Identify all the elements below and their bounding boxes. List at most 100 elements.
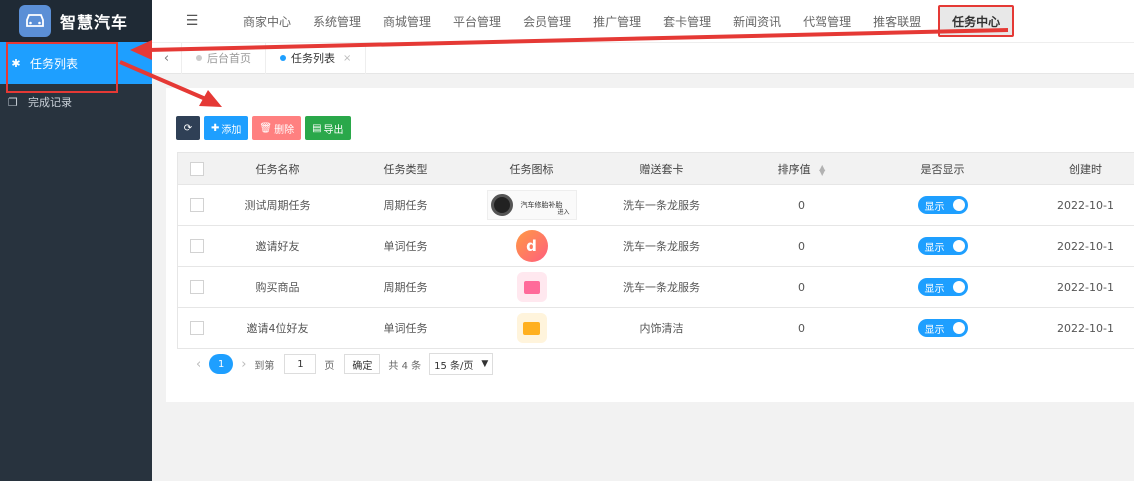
chevron-down-icon: ▼ bbox=[481, 359, 489, 369]
show-toggle[interactable]: 显示 bbox=[917, 319, 968, 337]
banner-text: 汽车修胎补胎 bbox=[520, 201, 563, 209]
cell-name: 邀请4位好友 bbox=[215, 307, 340, 349]
cell-type: 单词任务 bbox=[339, 225, 472, 267]
goto-page-input[interactable]: 1 bbox=[284, 354, 317, 374]
nav-promotion-management[interactable]: 推广管理 bbox=[582, 0, 652, 42]
col-header-sort[interactable]: 排序值 ▲ ▼ bbox=[731, 152, 872, 185]
cell-name: 购买商品 bbox=[215, 266, 340, 308]
cell-show: 显示 bbox=[871, 307, 1014, 349]
sort-icon[interactable]: ▲ ▼ bbox=[819, 163, 825, 176]
envelope-icon bbox=[516, 313, 547, 343]
delete-button[interactable]: 🗑 删除 bbox=[252, 116, 302, 140]
cell-card: 洗车一条龙服务 bbox=[591, 225, 732, 267]
export-label: 导出 bbox=[323, 124, 344, 136]
nav-driver-management[interactable]: 代驾管理 bbox=[792, 0, 862, 42]
show-toggle[interactable]: 显示 bbox=[917, 278, 968, 296]
add-label: 添加 bbox=[221, 124, 242, 136]
table-row: 邀请好友 单词任务 d 洗车一条龙服务 0 显示 2022-10-1 bbox=[177, 225, 1134, 267]
cell-created: 2022-10-1 bbox=[1013, 225, 1134, 267]
col-header-sort-label: 排序值 bbox=[777, 162, 811, 176]
refresh-button[interactable]: ⟳ bbox=[176, 116, 200, 140]
trash-icon: 🗑 bbox=[259, 122, 273, 134]
tab-dot-icon bbox=[196, 55, 202, 61]
tab-label: 任务列表 bbox=[291, 52, 335, 65]
cell-icon: 汽车修胎补胎 进入 bbox=[471, 184, 592, 226]
cell-type: 周期任务 bbox=[339, 184, 472, 226]
nav-member-management[interactable]: 会员管理 bbox=[512, 0, 582, 42]
cell-card: 洗车一条龙服务 bbox=[591, 184, 732, 226]
col-header-card: 赠送套卡 bbox=[591, 152, 732, 185]
plus-icon: ✚ bbox=[211, 122, 220, 134]
current-page[interactable]: 1 bbox=[209, 354, 234, 374]
cell-name: 邀请好友 bbox=[215, 225, 340, 267]
select-all-cell[interactable] bbox=[177, 152, 216, 185]
cell-icon: d bbox=[471, 225, 592, 267]
top-navbar: ☰ 商家中心 系统管理 商城管理 平台管理 会员管理 推广管理 套卡管理 新闻资… bbox=[152, 0, 1134, 42]
tab-home[interactable]: 后台首页 bbox=[182, 42, 266, 74]
pagination: ‹ 1 › 到第 1 页 确定 共 4 条 15 条/页 ▼ bbox=[188, 353, 494, 375]
total-count: 共 4 条 bbox=[388, 360, 422, 372]
nav-system-management[interactable]: 系统管理 bbox=[302, 0, 372, 42]
cell-show: 显示 bbox=[871, 184, 1014, 226]
sidebar: 智慧汽车 ✱ 任务列表 ❐ 完成记录 bbox=[0, 0, 152, 481]
confirm-button[interactable]: 确定 bbox=[344, 354, 381, 374]
sidebar-item-completed-records[interactable]: ❐ 完成记录 bbox=[0, 84, 152, 120]
cell-icon bbox=[471, 266, 592, 308]
cell-sort: 0 bbox=[731, 184, 872, 226]
add-button[interactable]: ✚ 添加 bbox=[204, 116, 249, 140]
file-icon: ▤ bbox=[312, 122, 322, 134]
export-button[interactable]: ▤ 导出 bbox=[305, 116, 351, 140]
cell-show: 显示 bbox=[871, 266, 1014, 308]
cell-sort: 0 bbox=[731, 307, 872, 349]
main-panel: ⟳ ✚ 添加 🗑 删除 ▤ 导出 任务名称 任务类型 任务图标 赠送套卡 排序值… bbox=[166, 88, 1134, 402]
col-header-show: 是否显示 bbox=[871, 152, 1014, 185]
select-all-checkbox[interactable] bbox=[189, 161, 204, 176]
close-icon[interactable]: × bbox=[343, 53, 351, 64]
show-toggle[interactable]: 显示 bbox=[917, 237, 968, 255]
tab-task-list[interactable]: 任务列表 × bbox=[266, 42, 367, 74]
menu-toggle-icon[interactable]: ☰ bbox=[152, 13, 232, 29]
task-table: 任务名称 任务类型 任务图标 赠送套卡 排序值 ▲ ▼ 是否显示 创建时 测试周期… bbox=[177, 152, 1134, 349]
cell-card: 内饰清洁 bbox=[591, 307, 732, 349]
page-size-select[interactable]: 15 条/页 ▼ bbox=[429, 353, 494, 375]
nav-merchant-center[interactable]: 商家中心 bbox=[232, 0, 302, 42]
sidebar-item-label: 完成记录 bbox=[28, 96, 72, 109]
refresh-icon: ⟳ bbox=[183, 122, 193, 134]
chevron-left-icon[interactable]: ‹ bbox=[152, 42, 182, 74]
nav-affiliate[interactable]: 推客联盟 bbox=[862, 0, 932, 42]
cell-created: 2022-10-1 bbox=[1013, 266, 1134, 308]
nav-task-center[interactable]: 任务中心 bbox=[938, 5, 1015, 37]
page-unit: 页 bbox=[324, 360, 335, 372]
table-row: 测试周期任务 周期任务 汽车修胎补胎 进入 洗车一条龙服务 0 显示 2022-… bbox=[177, 184, 1134, 226]
table-header-row: 任务名称 任务类型 任务图标 赠送套卡 排序值 ▲ ▼ 是否显示 创建时 bbox=[177, 152, 1134, 185]
shopping-bag-icon bbox=[516, 272, 547, 302]
row-checkbox[interactable] bbox=[189, 239, 204, 253]
car-logo-icon bbox=[19, 5, 51, 37]
sidebar-item-task-list[interactable]: ✱ 任务列表 bbox=[0, 42, 152, 84]
d-logo-icon: d bbox=[515, 230, 548, 262]
nav-card-management[interactable]: 套卡管理 bbox=[652, 0, 722, 42]
nav-mall-management[interactable]: 商城管理 bbox=[372, 0, 442, 42]
app-title: 智慧汽车 bbox=[60, 13, 129, 32]
nav-platform-management[interactable]: 平台管理 bbox=[442, 0, 512, 42]
col-header-icon: 任务图标 bbox=[471, 152, 592, 185]
cell-sort: 0 bbox=[731, 225, 872, 267]
row-checkbox[interactable] bbox=[189, 280, 204, 294]
goto-label: 到第 bbox=[254, 360, 275, 372]
next-page-icon[interactable]: › bbox=[241, 357, 246, 372]
cell-sort: 0 bbox=[731, 266, 872, 308]
tire-banner-image: 汽车修胎补胎 进入 bbox=[486, 190, 577, 220]
sidebar-item-label: 任务列表 bbox=[30, 56, 79, 71]
table-row: 购买商品 周期任务 洗车一条龙服务 0 显示 2022-10-1 bbox=[177, 266, 1134, 308]
nav-news[interactable]: 新闻资讯 bbox=[722, 0, 792, 42]
col-header-type: 任务类型 bbox=[339, 152, 472, 185]
logo[interactable]: 智慧汽车 bbox=[0, 0, 152, 42]
row-checkbox[interactable] bbox=[189, 198, 204, 212]
show-toggle[interactable]: 显示 bbox=[917, 196, 968, 214]
col-header-created: 创建时 bbox=[1013, 152, 1134, 185]
cell-type: 单词任务 bbox=[339, 307, 472, 349]
prev-page-icon[interactable]: ‹ bbox=[196, 357, 201, 372]
row-checkbox[interactable] bbox=[189, 321, 204, 335]
gear-icon: ✱ bbox=[11, 56, 21, 70]
table-row: 邀请4位好友 单词任务 内饰清洁 0 显示 2022-10-1 bbox=[177, 307, 1134, 349]
